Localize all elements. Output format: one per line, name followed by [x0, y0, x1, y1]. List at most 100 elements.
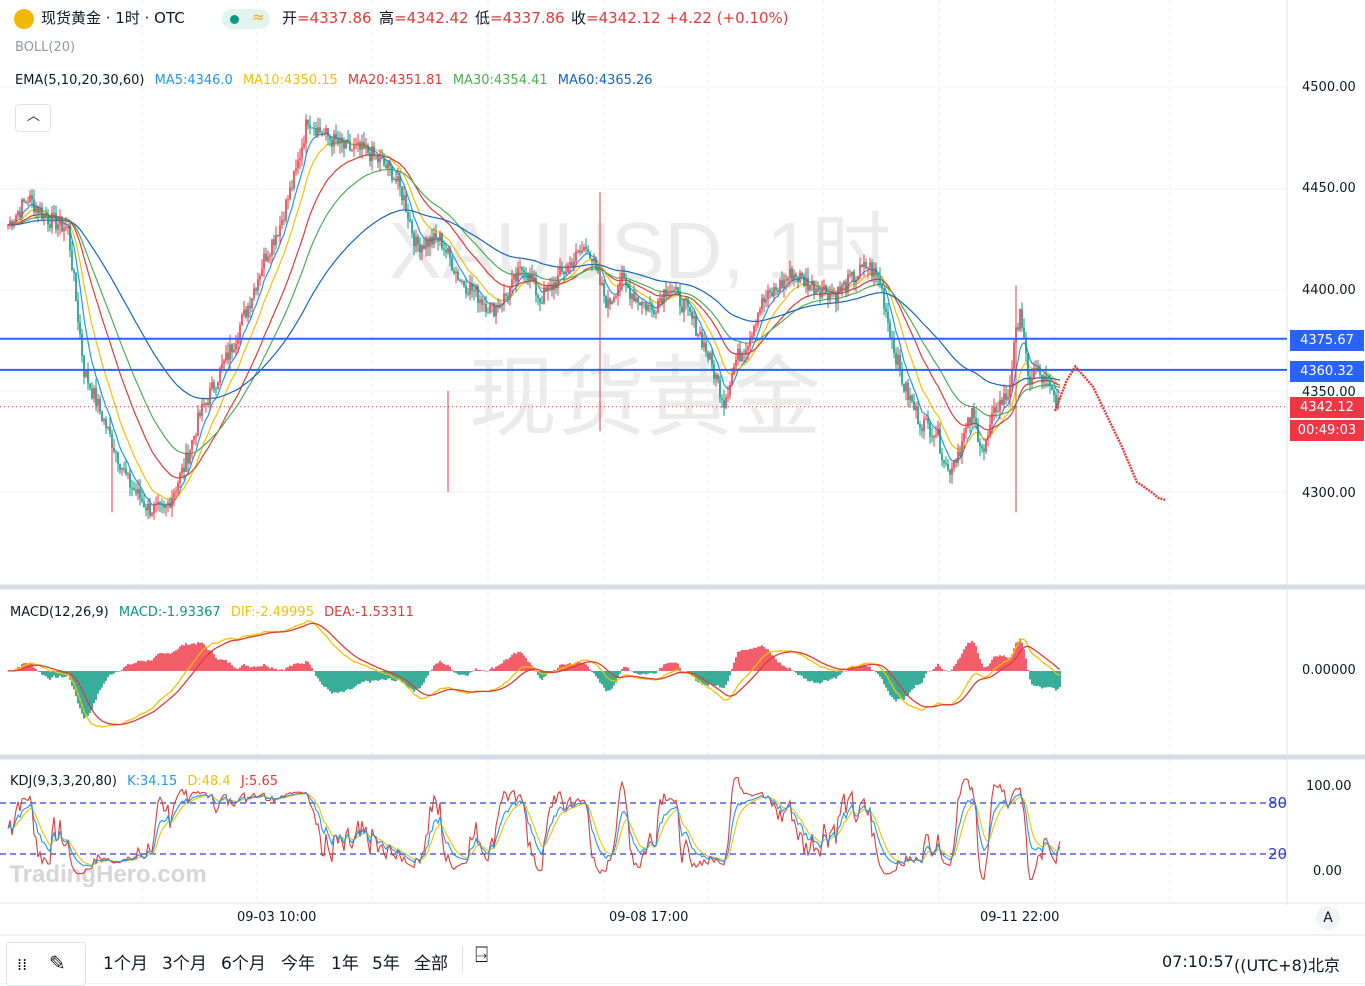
- macd-bar: [623, 666, 625, 671]
- range-6m[interactable]: 6个月: [221, 949, 266, 974]
- macd-bar: [1005, 656, 1007, 671]
- macd-bar: [827, 671, 829, 682]
- collapse-legend-button[interactable]: ︿: [15, 104, 51, 132]
- macd-bar: [347, 671, 349, 689]
- macd-bar: [299, 663, 301, 671]
- macd-bar: [235, 668, 237, 671]
- macd-bar: [113, 671, 115, 674]
- candle: [193, 435, 195, 440]
- ema-legend[interactable]: EMA(5,10,20,30,60) MA5:4346.0 MA10:4350.…: [15, 74, 653, 87]
- macd-bar: [909, 671, 911, 693]
- level-tag-2[interactable]: 4360.32: [1290, 361, 1364, 382]
- candle: [633, 293, 635, 302]
- candle: [29, 195, 31, 203]
- change-value: +4.22 (+0.10%): [666, 9, 789, 27]
- range-3m[interactable]: 3个月: [162, 949, 207, 974]
- macd-bar: [41, 671, 43, 675]
- candle: [549, 284, 551, 286]
- candle: [441, 232, 443, 249]
- candle: [247, 305, 249, 318]
- macd-value: MACD:-1.93367: [118, 605, 221, 620]
- candle: [943, 460, 945, 464]
- macd-bar: [893, 671, 895, 700]
- kdj-legend[interactable]: KDJ(9,3,3,20,80) K:34.15 D:48.4 J:5.65: [10, 775, 278, 788]
- macd-bar: [399, 671, 401, 681]
- candle: [885, 308, 887, 312]
- candle: [517, 267, 519, 282]
- candle: [849, 274, 851, 276]
- level-tag-1[interactable]: 4375.67: [1290, 330, 1364, 351]
- macd-bar: [781, 665, 783, 671]
- macd-bar: [453, 671, 455, 673]
- range-all[interactable]: 全部: [414, 949, 448, 974]
- candle: [575, 251, 577, 262]
- candle: [279, 225, 281, 237]
- candle: [979, 442, 981, 447]
- candle: [997, 410, 999, 412]
- macd-bar: [119, 671, 121, 672]
- candle: [767, 290, 769, 300]
- macd-bar: [443, 663, 445, 671]
- candle: [241, 314, 243, 326]
- macd-bar: [1049, 671, 1051, 688]
- candle: [93, 388, 95, 399]
- macd-bar: [1045, 671, 1047, 688]
- candle: [657, 300, 659, 313]
- macd-bar: [867, 666, 869, 671]
- d-value: D:48.4: [187, 774, 231, 789]
- candle: [207, 402, 209, 405]
- symbol-title[interactable]: 现货黄金 · 1时 · OTC: [41, 11, 185, 26]
- candle: [579, 250, 581, 253]
- macd-bar: [743, 650, 745, 671]
- goto-date-icon[interactable]: ⍈: [475, 945, 488, 967]
- macd-bar: [811, 671, 813, 681]
- macd-bar: [491, 667, 493, 671]
- drawing-tools-button[interactable]: ⁞⁞ ✎: [6, 942, 86, 986]
- macd-bar: [633, 671, 635, 674]
- candle: [163, 505, 165, 508]
- candle: [791, 268, 793, 281]
- macd-bar: [327, 671, 329, 690]
- macd-bar: [665, 663, 667, 671]
- auto-scale-button[interactable]: A: [1316, 906, 1340, 930]
- macd-bar: [833, 671, 835, 678]
- macd-bar: [181, 644, 183, 671]
- candle: [81, 334, 83, 356]
- macd-bar: [789, 667, 791, 671]
- timezone-selector[interactable]: ((UTC+8)北京: [1234, 952, 1340, 976]
- macd-bar: [23, 663, 25, 671]
- candle: [941, 453, 943, 461]
- candle: [499, 304, 501, 308]
- macd-bar: [31, 663, 33, 671]
- candle: [487, 312, 489, 314]
- boll-label[interactable]: BOLL(20): [15, 41, 75, 54]
- range-1y[interactable]: 1年: [331, 949, 359, 974]
- candle: [903, 383, 905, 392]
- macd-legend[interactable]: MACD(12,26,9) MACD:-1.93367 DIF:-2.49995…: [10, 606, 414, 619]
- macd-bar: [417, 671, 419, 689]
- candle: [659, 298, 661, 301]
- candle: [747, 346, 749, 350]
- candle: [677, 287, 679, 292]
- range-ytd[interactable]: 今年: [281, 949, 315, 974]
- candle: [539, 298, 541, 303]
- macd-bar: [293, 663, 295, 671]
- macd-bar: [731, 668, 733, 671]
- macd-bar: [749, 648, 751, 671]
- range-1m[interactable]: 1个月: [103, 949, 148, 974]
- macd-bar: [103, 671, 105, 684]
- candle: [401, 186, 403, 201]
- macd-bar: [717, 671, 719, 686]
- candle: [655, 312, 657, 315]
- candle: [233, 349, 235, 353]
- candle: [195, 435, 197, 437]
- candle: [325, 128, 327, 134]
- candle: [411, 221, 413, 233]
- macd-bar: [273, 668, 275, 671]
- candle: [509, 287, 511, 299]
- candle: [857, 276, 859, 280]
- macd-bar: [91, 671, 93, 711]
- current-price-tag: 4342.12: [1290, 397, 1364, 418]
- range-5y[interactable]: 5年: [372, 949, 400, 974]
- candle: [1047, 379, 1049, 381]
